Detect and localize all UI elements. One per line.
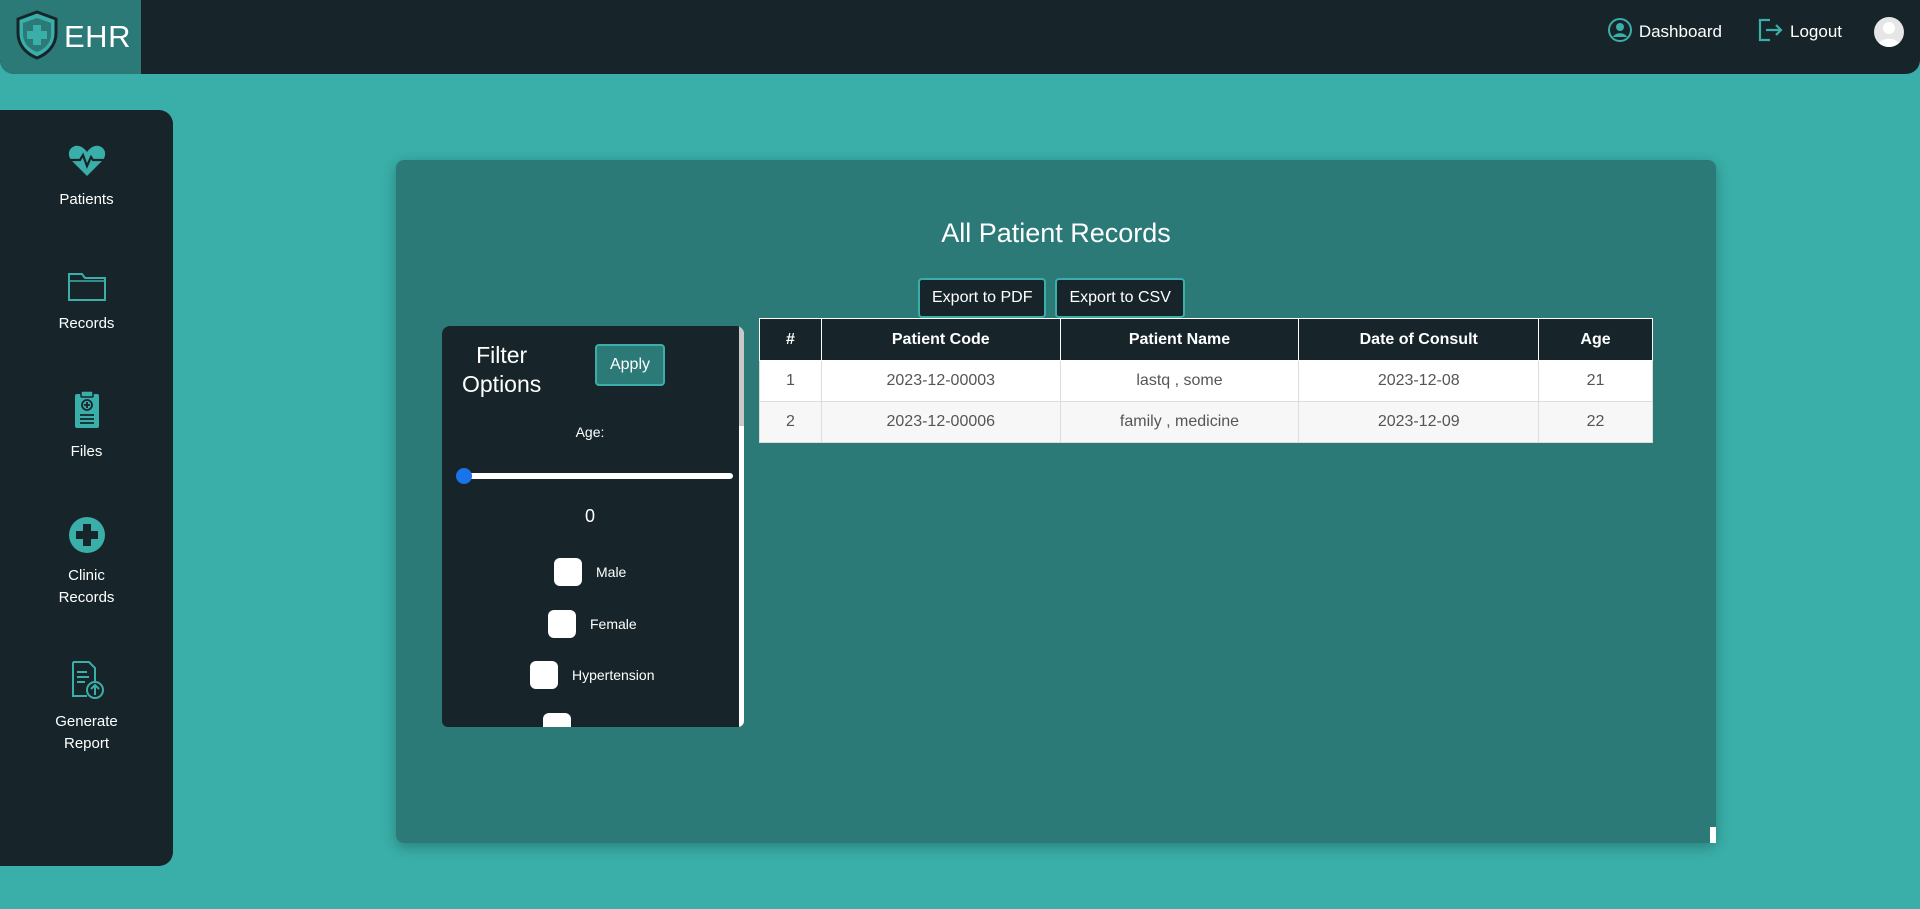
- age-slider[interactable]: [456, 466, 733, 486]
- folder-icon: [67, 270, 107, 309]
- male-checkbox[interactable]: [554, 558, 582, 586]
- cell-patient-code: 2023-12-00003: [820, 360, 1061, 402]
- cell-number: 2: [759, 401, 822, 443]
- apply-button[interactable]: Apply: [595, 344, 665, 386]
- col-header-age[interactable]: Age: [1538, 318, 1653, 361]
- sidebar-item-label: Records: [58, 315, 115, 332]
- filter-title: Filter Options: [462, 341, 541, 399]
- export-csv-button[interactable]: Export to CSV: [1055, 278, 1185, 318]
- dashboard-link[interactable]: Dashboard: [1607, 17, 1722, 48]
- cell-date-of-consult: 2023-12-09: [1298, 401, 1540, 443]
- logout-label: Logout: [1790, 22, 1842, 41]
- export-buttons: Export to PDF Export to CSV: [918, 278, 1185, 318]
- records-table: # Patient Code Patient Name Date of Cons…: [759, 318, 1653, 443]
- age-label: Age:: [575, 424, 605, 440]
- sidebar-item-label-line1: Generate: [55, 713, 118, 730]
- col-header-patient-code[interactable]: Patient Code: [820, 318, 1061, 361]
- sidebar-item-clinic-records[interactable]: Clinic Records: [0, 516, 173, 609]
- table-row[interactable]: 2 2023-12-00006 family , medicine 2023-1…: [759, 401, 1653, 443]
- sidebar-item-label-line2: Report: [63, 735, 110, 752]
- top-navbar: EHR Dashboard Logout: [0, 0, 1920, 74]
- male-label: Male: [596, 564, 627, 580]
- female-label: Female: [590, 616, 637, 632]
- table-row[interactable]: 1 2023-12-00003 lastq , some 2023-12-08 …: [759, 360, 1653, 402]
- col-header-number[interactable]: #: [759, 318, 822, 361]
- filter-title-line1: Filter: [476, 342, 528, 368]
- logout-link[interactable]: Logout: [1756, 17, 1842, 48]
- resize-handle[interactable]: [1710, 827, 1716, 843]
- cell-age: 22: [1538, 401, 1653, 443]
- slider-handle[interactable]: [456, 468, 472, 484]
- filter-scrollbar[interactable]: [739, 326, 744, 727]
- records-card: All Patient Records Export to PDF Export…: [396, 160, 1716, 843]
- sidebar-item-records[interactable]: Records: [0, 270, 173, 335]
- avatar[interactable]: [1874, 17, 1904, 47]
- filter-option-partial[interactable]: [543, 713, 585, 727]
- filter-panel[interactable]: Filter Options Apply Age: 0 Male Female …: [442, 326, 744, 727]
- shield-plus-icon: [14, 9, 60, 65]
- user-circle-icon: [1607, 17, 1633, 48]
- cell-date-of-consult: 2023-12-08: [1298, 360, 1540, 402]
- cell-patient-name: family , medicine: [1059, 401, 1300, 443]
- sidebar-item-label-line1: Clinic: [68, 567, 105, 584]
- dashboard-label: Dashboard: [1638, 22, 1722, 41]
- clipboard-icon: [72, 390, 102, 437]
- report-upload-icon: [69, 660, 105, 707]
- cell-patient-code: 2023-12-00006: [820, 401, 1061, 443]
- partial-checkbox[interactable]: [543, 713, 571, 727]
- col-header-date-of-consult[interactable]: Date of Consult: [1298, 318, 1540, 361]
- export-pdf-button[interactable]: Export to PDF: [918, 278, 1047, 318]
- slider-track: [458, 473, 733, 479]
- filter-option-male[interactable]: Male: [554, 558, 626, 586]
- top-nav: Dashboard Logout: [1607, 0, 1920, 64]
- col-header-patient-name[interactable]: Patient Name: [1059, 318, 1300, 361]
- user-avatar-icon: [1877, 22, 1901, 47]
- brand-name: EHR: [64, 19, 131, 54]
- logo[interactable]: EHR: [0, 0, 141, 74]
- female-checkbox[interactable]: [548, 610, 576, 638]
- sidebar-item-label-line2: Records: [58, 589, 115, 606]
- table-header-row: # Patient Code Patient Name Date of Cons…: [759, 318, 1653, 361]
- medical-cross-icon: [68, 516, 106, 561]
- age-value: 0: [584, 506, 595, 526]
- sidebar-item-patients[interactable]: Patients: [0, 144, 173, 211]
- sidebar: Patients Records Files Clinic Records Ge…: [0, 110, 173, 866]
- sidebar-item-generate-report[interactable]: Generate Report: [0, 660, 173, 755]
- cell-patient-name: lastq , some: [1059, 360, 1300, 402]
- cell-age: 21: [1538, 360, 1653, 402]
- heartbeat-icon: [67, 144, 107, 185]
- sidebar-item-files[interactable]: Files: [0, 390, 173, 463]
- scrollbar-thumb[interactable]: [739, 326, 744, 426]
- hypertension-label: Hypertension: [572, 667, 655, 683]
- filter-title-line2: Options: [462, 371, 542, 397]
- cell-number: 1: [759, 360, 822, 402]
- logout-icon: [1756, 17, 1784, 48]
- sidebar-item-label: Files: [70, 443, 103, 460]
- page-title: All Patient Records: [941, 218, 1171, 248]
- hypertension-checkbox[interactable]: [530, 661, 558, 689]
- filter-option-hypertension[interactable]: Hypertension: [530, 661, 655, 689]
- filter-option-female[interactable]: Female: [548, 610, 637, 638]
- sidebar-item-label: Patients: [59, 191, 114, 208]
